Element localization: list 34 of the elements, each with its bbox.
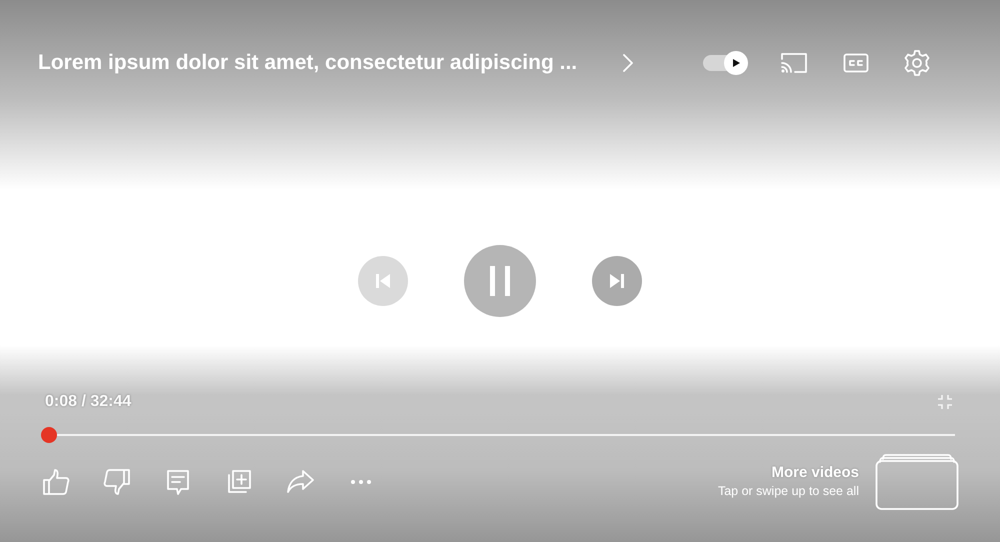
more-icon — [351, 480, 371, 484]
previous-icon — [374, 272, 392, 290]
more-videos-title: More videos — [771, 464, 859, 482]
more-videos-hint: Tap or swipe up to see all — [718, 482, 859, 500]
more-videos-button[interactable] — [875, 453, 959, 511]
next-chevron-button[interactable] — [623, 54, 634, 72]
play-icon — [731, 58, 742, 68]
video-title: Lorem ipsum dolor sit amet, consectetur adipiscing ... — [38, 50, 578, 76]
comment-icon — [164, 468, 192, 496]
dislike-button[interactable] — [103, 468, 131, 496]
exit-fullscreen-icon — [937, 394, 953, 410]
comment-button[interactable] — [164, 468, 192, 496]
settings-button[interactable] — [903, 49, 932, 77]
add-to-playlist-icon — [225, 468, 253, 496]
save-button[interactable] — [225, 468, 253, 496]
pause-icon — [488, 266, 512, 296]
share-button[interactable] — [286, 468, 314, 496]
like-button[interactable] — [42, 468, 70, 496]
stacked-cards-icon — [875, 453, 959, 511]
progress-handle[interactable] — [40, 427, 57, 443]
exit-fullscreen-button[interactable] — [937, 394, 953, 410]
settings-icon — [903, 49, 932, 77]
share-arrow-icon — [286, 468, 314, 496]
thumbs-down-icon — [103, 468, 131, 496]
cast-button[interactable] — [779, 51, 810, 75]
chevron-icon — [623, 54, 634, 72]
captions-icon — [843, 53, 870, 73]
next-button[interactable] — [592, 256, 642, 306]
more-button[interactable] — [351, 480, 371, 484]
thumbs-up-icon — [42, 468, 70, 496]
captions-button[interactable] — [843, 53, 870, 73]
autoplay-toggle[interactable] — [703, 50, 750, 76]
cast-icon — [779, 51, 810, 75]
next-icon — [608, 272, 626, 290]
